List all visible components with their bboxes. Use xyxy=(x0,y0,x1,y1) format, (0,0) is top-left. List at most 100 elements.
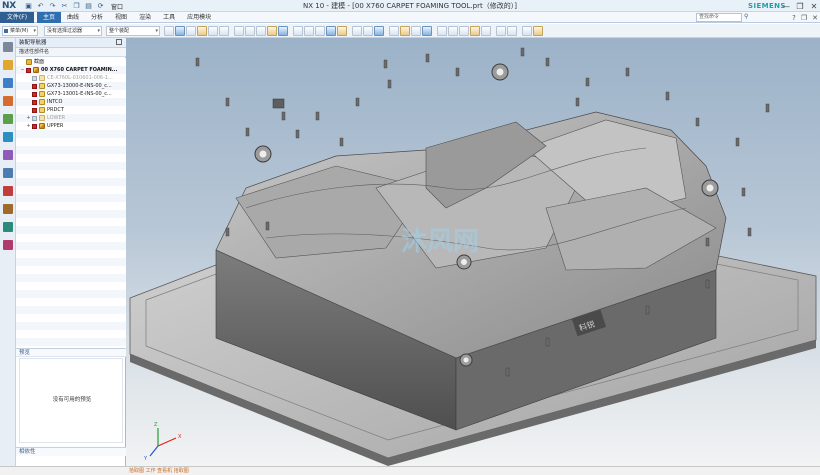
ribbon-restore-icon[interactable]: ❐ xyxy=(801,14,807,22)
navigator-row[interactable]: PRDCT xyxy=(16,106,126,114)
visibility-checkbox[interactable] xyxy=(32,91,37,97)
visibility-checkbox[interactable] xyxy=(26,67,31,73)
orient-view-icon[interactable] xyxy=(293,26,303,36)
navigator-row[interactable]: CE-X760L-010601-006-1... xyxy=(16,74,126,82)
expand-icon[interactable]: + xyxy=(26,122,31,130)
status-bar: 拾取图 工作 查看机 拾取图 xyxy=(126,466,820,475)
snap-quadrant-icon[interactable] xyxy=(470,26,480,36)
analysis-icon[interactable] xyxy=(507,26,517,36)
navigator-row[interactable]: INTCO xyxy=(16,98,126,106)
lifting-eye-front[interactable] xyxy=(456,254,472,270)
work-view-icon[interactable] xyxy=(411,26,421,36)
visibility-checkbox[interactable] xyxy=(32,99,37,105)
snap-endpoint-icon[interactable] xyxy=(437,26,447,36)
lifting-eye-right[interactable] xyxy=(701,179,719,197)
navigator-row[interactable]: GX73-13001-E-INS-00_c... xyxy=(16,90,126,98)
select-face-icon[interactable] xyxy=(267,26,277,36)
view-triad[interactable]: Z X Y xyxy=(143,422,182,462)
assembly-navigator-icon[interactable] xyxy=(3,60,13,70)
restore-button[interactable]: ❐ xyxy=(796,2,804,11)
visibility-checkbox[interactable] xyxy=(32,115,37,121)
visibility-checkbox[interactable] xyxy=(32,75,37,81)
rotate-icon[interactable] xyxy=(326,26,336,36)
snap-center-icon[interactable] xyxy=(459,26,469,36)
snap-point-icon[interactable] xyxy=(186,26,196,36)
tab-3[interactable]: 视图 xyxy=(109,12,133,23)
show-hide-icon[interactable] xyxy=(400,26,410,36)
pan-icon[interactable] xyxy=(337,26,347,36)
zoom-icon[interactable] xyxy=(315,26,325,36)
undo-selection-icon[interactable] xyxy=(164,26,174,36)
wireframe-icon[interactable] xyxy=(363,26,373,36)
web-browser-icon[interactable] xyxy=(3,150,13,160)
mold-model[interactable]: 科锐 沐风网 Z X Y xyxy=(126,38,820,466)
ribbon-close-icon[interactable]: ✕ xyxy=(812,14,818,22)
select-point-icon[interactable] xyxy=(234,26,244,36)
visibility-checkbox[interactable] xyxy=(32,107,37,113)
minimize-button[interactable]: — xyxy=(782,2,790,11)
roles-icon[interactable] xyxy=(3,204,13,214)
select-solid-icon[interactable] xyxy=(278,26,288,36)
snap-intersection-icon[interactable] xyxy=(481,26,491,36)
system-scenes-icon[interactable] xyxy=(3,240,13,250)
select-curve-icon[interactable] xyxy=(245,26,255,36)
close-button[interactable]: ✕ xyxy=(810,2,818,11)
search-icon[interactable]: ⚲ xyxy=(744,13,748,20)
preview-section-title[interactable]: 预览 xyxy=(16,348,126,357)
layer-icon[interactable] xyxy=(389,26,399,36)
dependency-section-title[interactable]: 相依性 xyxy=(16,447,126,456)
more-tools-icon[interactable] xyxy=(533,26,543,36)
file-tab[interactable]: 文件(F) xyxy=(0,12,34,23)
tab-1[interactable]: 曲线 xyxy=(61,12,85,23)
navigator-row[interactable]: − 00 X760 CARPET FOAMIN... xyxy=(16,66,126,74)
measure-icon[interactable] xyxy=(496,26,506,36)
column-header-descriptive-name[interactable]: 描述性部件名 xyxy=(16,48,126,57)
lifting-eye-left[interactable] xyxy=(254,145,272,163)
lifting-eye-bottom[interactable] xyxy=(459,353,473,367)
tab-4[interactable]: 渲染 xyxy=(133,12,157,23)
feature-icon[interactable] xyxy=(197,26,207,36)
selection-filter-dropdown[interactable]: 没有选择过滤器 xyxy=(44,26,102,36)
help-icon[interactable]: ? xyxy=(792,14,796,22)
expand-icon[interactable]: + xyxy=(26,114,31,122)
shaded-icon[interactable] xyxy=(352,26,362,36)
history-icon[interactable] xyxy=(3,168,13,178)
collapse-icon[interactable]: − xyxy=(20,66,25,74)
navigator-row[interactable]: + LOWER xyxy=(16,114,126,122)
panel-maximize-icon[interactable] xyxy=(116,39,122,45)
part-navigator-icon[interactable] xyxy=(3,96,13,106)
general-selection-icon[interactable] xyxy=(175,26,185,36)
select-edge-icon[interactable] xyxy=(256,26,266,36)
hd3d-tools-icon[interactable] xyxy=(3,132,13,142)
tab-6[interactable]: 应用模块 xyxy=(181,12,217,23)
siemens-brand: SIEMENS xyxy=(748,2,786,10)
selection-scope-dropdown[interactable]: 整个装配 xyxy=(106,26,160,36)
face-icon[interactable] xyxy=(208,26,218,36)
menu-dropdown[interactable]: 菜单(M) xyxy=(2,26,38,36)
navigator-row[interactable]: GX73-13000-E-INS-00_c... xyxy=(16,82,126,90)
navigator-row-label: CE-X760L-010601-006-1... xyxy=(47,75,113,81)
visibility-checkbox[interactable] xyxy=(32,83,37,89)
display-mode-icon[interactable] xyxy=(522,26,532,36)
body-icon[interactable] xyxy=(219,26,229,36)
tab-5[interactable]: 工具 xyxy=(157,12,181,23)
settings-icon[interactable] xyxy=(3,42,13,52)
graphics-window[interactable]: 科锐 沐风网 Z X Y xyxy=(126,38,820,466)
constraint-navigator-icon[interactable] xyxy=(3,78,13,88)
navigator-row[interactable]: 截面 xyxy=(16,58,126,66)
command-finder-input[interactable]: 查找命令 xyxy=(696,13,742,22)
snap-midpoint-icon[interactable] xyxy=(448,26,458,36)
navigator-row[interactable]: + UPPER xyxy=(16,122,126,130)
process-studio-icon[interactable] xyxy=(3,186,13,196)
lifting-eye-top[interactable] xyxy=(491,63,509,81)
clipping-icon[interactable] xyxy=(422,26,432,36)
watermark-text: 沐风网 xyxy=(401,227,479,257)
system-materials-icon[interactable] xyxy=(3,222,13,232)
visibility-checkbox[interactable] xyxy=(32,123,37,129)
hidden-edges-icon[interactable] xyxy=(374,26,384,36)
reuse-library-icon[interactable] xyxy=(3,114,13,124)
tab-2[interactable]: 分析 xyxy=(85,12,109,23)
tab-0[interactable]: 主页 xyxy=(37,12,62,23)
fit-icon[interactable] xyxy=(304,26,314,36)
